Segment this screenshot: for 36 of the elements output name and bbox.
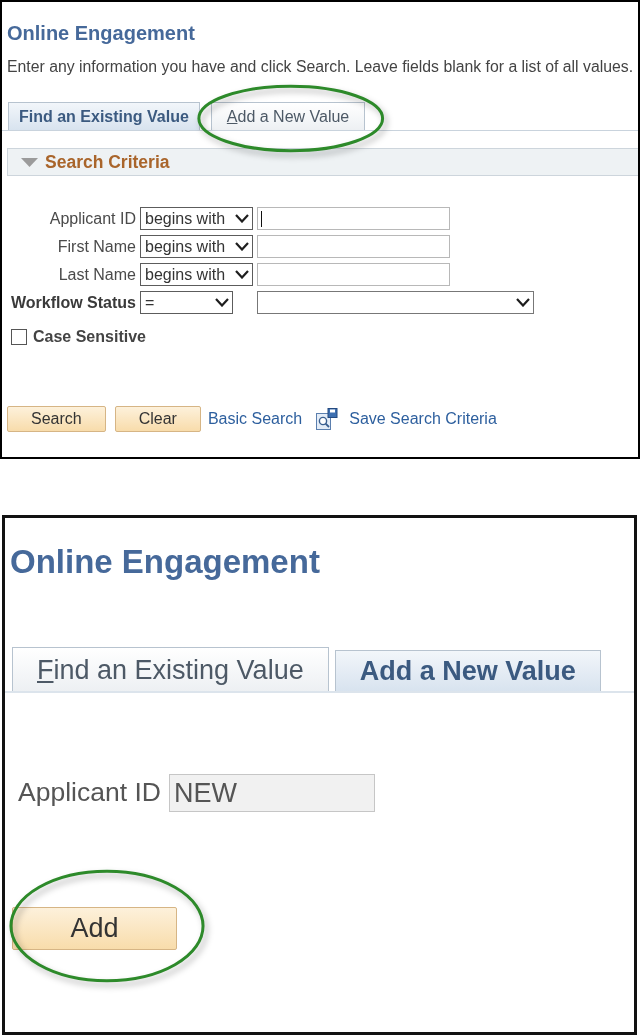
field-label: Applicant ID bbox=[18, 776, 161, 809]
value-dropdown[interactable] bbox=[257, 291, 534, 314]
chevron-down-icon bbox=[215, 298, 229, 307]
section-title: Search Criteria bbox=[45, 150, 170, 174]
triangle-down-icon[interactable] bbox=[21, 157, 38, 167]
page-title: Online Engagement bbox=[7, 21, 195, 45]
operator-dropdown[interactable]: begins with bbox=[140, 235, 253, 258]
checkbox-label: Case Sensitive bbox=[33, 327, 146, 347]
magnifier-page-icon[interactable] bbox=[315, 407, 339, 431]
action-button[interactable]: Search bbox=[7, 406, 106, 432]
instructions-text: Enter any information you have and click Search. Leave fields blank for a list of all values. bbox=[7, 57, 634, 77]
field-label: Last Name bbox=[58, 264, 136, 285]
field-label: Workflow Status bbox=[10, 292, 136, 313]
chevron-down-icon bbox=[235, 214, 249, 223]
operator-dropdown[interactable]: begins with bbox=[140, 207, 253, 230]
tab[interactable]: Add a New Value bbox=[334, 650, 601, 691]
chevron-down-icon bbox=[235, 270, 249, 279]
operator-dropdown[interactable]: = bbox=[140, 291, 233, 314]
chevron-down-icon bbox=[235, 242, 249, 251]
add-button[interactable]: Add bbox=[12, 906, 177, 950]
operator-dropdown[interactable]: begins with bbox=[140, 263, 253, 286]
field-label: Applicant ID bbox=[49, 208, 136, 229]
section-header-bar[interactable]: Search Criteria bbox=[7, 148, 638, 176]
text-field[interactable] bbox=[257, 263, 450, 286]
chevron-down-icon bbox=[516, 298, 530, 307]
case-sensitive-checkbox[interactable] bbox=[11, 329, 27, 345]
action-button[interactable]: Clear bbox=[114, 406, 201, 432]
tab[interactable]: Find an Existing Value bbox=[12, 647, 329, 691]
field-label: First Name bbox=[57, 236, 136, 257]
text-field[interactable] bbox=[257, 207, 450, 230]
page-title: Online Engagement bbox=[10, 542, 320, 582]
text-field[interactable] bbox=[257, 235, 450, 258]
link[interactable]: Basic Search bbox=[207, 407, 303, 431]
tab[interactable]: Add a New Value bbox=[210, 102, 366, 130]
link[interactable]: Save Search Criteria bbox=[349, 407, 497, 431]
tab[interactable]: Find an Existing Value bbox=[8, 102, 200, 130]
